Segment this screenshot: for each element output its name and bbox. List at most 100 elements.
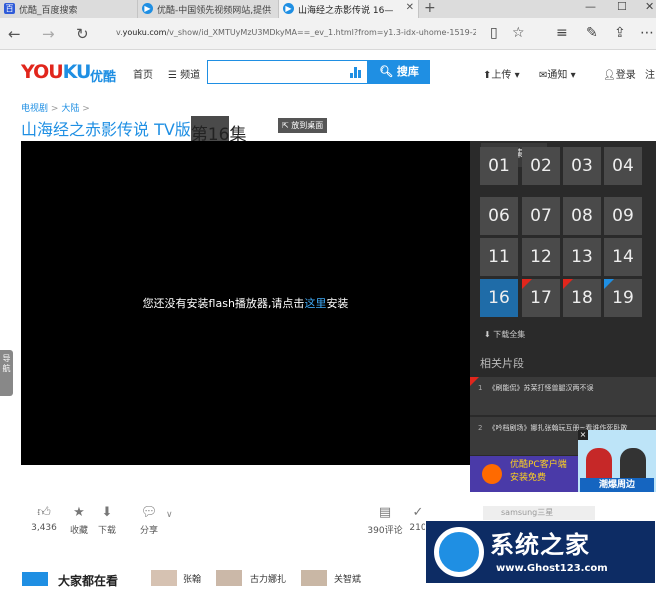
watermark-logo-icon bbox=[434, 527, 484, 577]
add-to-desktop-label: 放到桌面 bbox=[291, 121, 324, 130]
related-clip-item[interactable]: 1 《刷能侃》苏茉打怪兽腿汉两不误 bbox=[470, 377, 656, 415]
nav-channels-link[interactable]: ☰ 频道 bbox=[168, 66, 200, 81]
login-link[interactable]: 👤︎登录 bbox=[603, 66, 636, 81]
ad-client-banner[interactable]: 优酷PC客户端 安装免费 bbox=[470, 456, 582, 492]
flash-install-message: 您还没有安装flash播放器,请点击这里安装 bbox=[21, 295, 470, 311]
url-domain: youku.com bbox=[122, 28, 167, 37]
video-player[interactable]: 您还没有安装flash播放器,请点击这里安装 bbox=[21, 141, 470, 465]
minimize-icon[interactable]: — bbox=[585, 0, 596, 13]
maximize-icon[interactable]: ☐ bbox=[617, 0, 627, 13]
download-button[interactable]: ⬇ 下载 bbox=[89, 505, 125, 536]
episode-button[interactable]: 02 bbox=[522, 147, 560, 185]
pin-icon: ⇱ bbox=[282, 121, 289, 130]
collect-label: 收藏 bbox=[69, 526, 88, 536]
menu-icon: ☰ bbox=[168, 70, 177, 81]
youku-logo[interactable]: YOUKU bbox=[21, 61, 91, 83]
chevron-down-icon[interactable]: ∨ bbox=[166, 510, 173, 520]
search-suggestion[interactable]: samsung三星 bbox=[483, 506, 595, 521]
flash-msg-text: 您还没有安装flash播放器,请点击 bbox=[142, 297, 305, 310]
chevron-down-icon: ▾ bbox=[511, 70, 520, 81]
new-tab-button[interactable]: + bbox=[424, 0, 436, 16]
breadcrumb-mainland[interactable]: 大陆 bbox=[61, 104, 79, 114]
episode-button-current[interactable]: 16 bbox=[480, 279, 518, 317]
share-icon[interactable]: ⇪ bbox=[614, 25, 626, 41]
watermark-url: www.Ghost123.com bbox=[496, 563, 608, 574]
youku-client-ad[interactable]: 优酷PC客户端 安装免费 潮爆周边 × bbox=[470, 430, 656, 492]
star-name[interactable]: 古力娜扎 bbox=[250, 572, 286, 585]
star-name[interactable]: 张翰 bbox=[183, 572, 201, 585]
favorite-star-icon[interactable]: ☆ bbox=[512, 25, 525, 41]
episode-button[interactable]: 13 bbox=[563, 238, 601, 276]
breadcrumb: 电视剧 > 大陆 > bbox=[21, 101, 90, 114]
url-field[interactable]: v.youku.com/v_show/id_XMTUyMzU3MDkyMA==_… bbox=[116, 28, 476, 37]
register-link[interactable]: 注 bbox=[645, 66, 655, 81]
search-button[interactable]: 🔍︎ 搜库 bbox=[368, 60, 430, 84]
search-input[interactable] bbox=[208, 61, 348, 83]
browser-tab-episode[interactable]: ▶ 山海经之赤影传说 16— ✕ bbox=[279, 0, 419, 18]
episode-button[interactable]: 08 bbox=[563, 197, 601, 235]
episode-button[interactable]: 14 bbox=[604, 238, 642, 276]
episode-button[interactable]: 06 bbox=[480, 197, 518, 235]
close-tab-icon[interactable]: ✕ bbox=[406, 2, 414, 13]
tab-label: 山海经之赤影传说 16— bbox=[298, 6, 394, 16]
browser-tab-bar: 百 优酷_百度搜索 ▶ 优酷-中国领先视频网站,提供 ▶ 山海经之赤影传说 16… bbox=[0, 0, 656, 18]
youku-favicon-icon: ▶ bbox=[283, 3, 294, 14]
side-guide-tab[interactable]: 导航 bbox=[0, 350, 13, 396]
episode-button[interactable]: 01 bbox=[480, 147, 518, 185]
episode-button[interactable]: 11 bbox=[480, 238, 518, 276]
forward-arrow-icon[interactable]: → bbox=[42, 25, 55, 43]
play-logo-icon bbox=[482, 464, 502, 484]
notify-menu[interactable]: ✉通知 ▾ bbox=[539, 66, 576, 81]
like-button[interactable]: 👍︎ 3,436 bbox=[26, 505, 62, 533]
nav-channels-label: 频道 bbox=[180, 70, 201, 81]
search-button-label: 搜库 bbox=[396, 65, 419, 78]
star-name[interactable]: 关智斌 bbox=[334, 572, 361, 585]
share-button[interactable]: 💬︎ 分享 bbox=[131, 505, 167, 536]
episode-button[interactable]: 03 bbox=[563, 147, 601, 185]
browser-tab-baidu[interactable]: 百 优酷_百度搜索 bbox=[0, 0, 138, 18]
page-title: 山海经之赤影传说 TV版：第16集 bbox=[21, 116, 246, 154]
ad-merch-image[interactable]: 潮爆周边 bbox=[578, 430, 656, 492]
web-note-icon[interactable]: ✎ bbox=[586, 25, 598, 41]
more-icon[interactable]: ⋯ bbox=[640, 25, 654, 41]
show-title-link[interactable]: 山海经之赤影传说 TV版 bbox=[21, 120, 191, 139]
comment-count: 390评论 bbox=[367, 526, 403, 536]
flash-install-link[interactable]: 这里 bbox=[304, 297, 326, 310]
episode-button[interactable]: 09 bbox=[604, 197, 642, 235]
logo-you: YOU bbox=[21, 61, 64, 83]
thumbs-up-icon: 👍︎ bbox=[37, 505, 51, 520]
episode-button[interactable]: 18 bbox=[563, 279, 601, 317]
episode-button[interactable]: 19 bbox=[604, 279, 642, 317]
comments-button[interactable]: ▤ 390评论 bbox=[364, 505, 406, 536]
reading-view-icon[interactable]: ▯ bbox=[490, 25, 498, 41]
browser-tab-youku-home[interactable]: ▶ 优酷-中国领先视频网站,提供 bbox=[138, 0, 279, 18]
nav-home-link[interactable]: 首页 bbox=[133, 66, 153, 81]
logo-ku: KU bbox=[62, 61, 92, 83]
ad-line2: 安装免费 bbox=[510, 473, 547, 483]
episode-button[interactable]: 07 bbox=[522, 197, 560, 235]
share-label: 分享 bbox=[139, 526, 158, 536]
flash-msg-text-end: 安装 bbox=[326, 297, 349, 310]
check-icon: ✓ bbox=[412, 505, 424, 520]
search-icon: 🔍︎ bbox=[379, 65, 394, 78]
youku-favicon-icon: ▶ bbox=[142, 3, 153, 14]
back-arrow-icon[interactable]: ← bbox=[8, 25, 21, 43]
episode-button[interactable]: 12 bbox=[522, 238, 560, 276]
episode-button[interactable]: 17 bbox=[522, 279, 560, 317]
watermark-title: 系统之家 bbox=[490, 530, 590, 559]
breadcrumb-separator: > bbox=[50, 104, 59, 114]
baidu-favicon-icon: 百 bbox=[4, 3, 15, 14]
close-window-icon[interactable]: ✕ bbox=[645, 0, 654, 13]
trending-bars-icon[interactable] bbox=[350, 67, 361, 78]
refresh-icon[interactable]: ↻ bbox=[76, 25, 89, 43]
hub-icon[interactable]: ≡ bbox=[556, 25, 568, 41]
download-all-link[interactable]: ⬇ 下载全集 bbox=[484, 329, 525, 340]
add-to-desktop-button[interactable]: ⇱ 放到桌面 bbox=[278, 118, 328, 133]
close-ad-icon[interactable]: × bbox=[578, 430, 588, 440]
episode-button[interactable]: 04 bbox=[604, 147, 642, 185]
new-flag-icon bbox=[563, 279, 573, 289]
upload-menu[interactable]: ⬆上传 ▾ bbox=[483, 66, 520, 81]
download-label: 下载 bbox=[97, 526, 116, 536]
breadcrumb-tv[interactable]: 电视剧 bbox=[21, 104, 48, 114]
site-header: YOUKU 优酷 首页 ☰ 频道 🔍︎ 搜库 ⬆上传 ▾ ✉通知 ▾ 👤︎登录 … bbox=[0, 50, 656, 96]
